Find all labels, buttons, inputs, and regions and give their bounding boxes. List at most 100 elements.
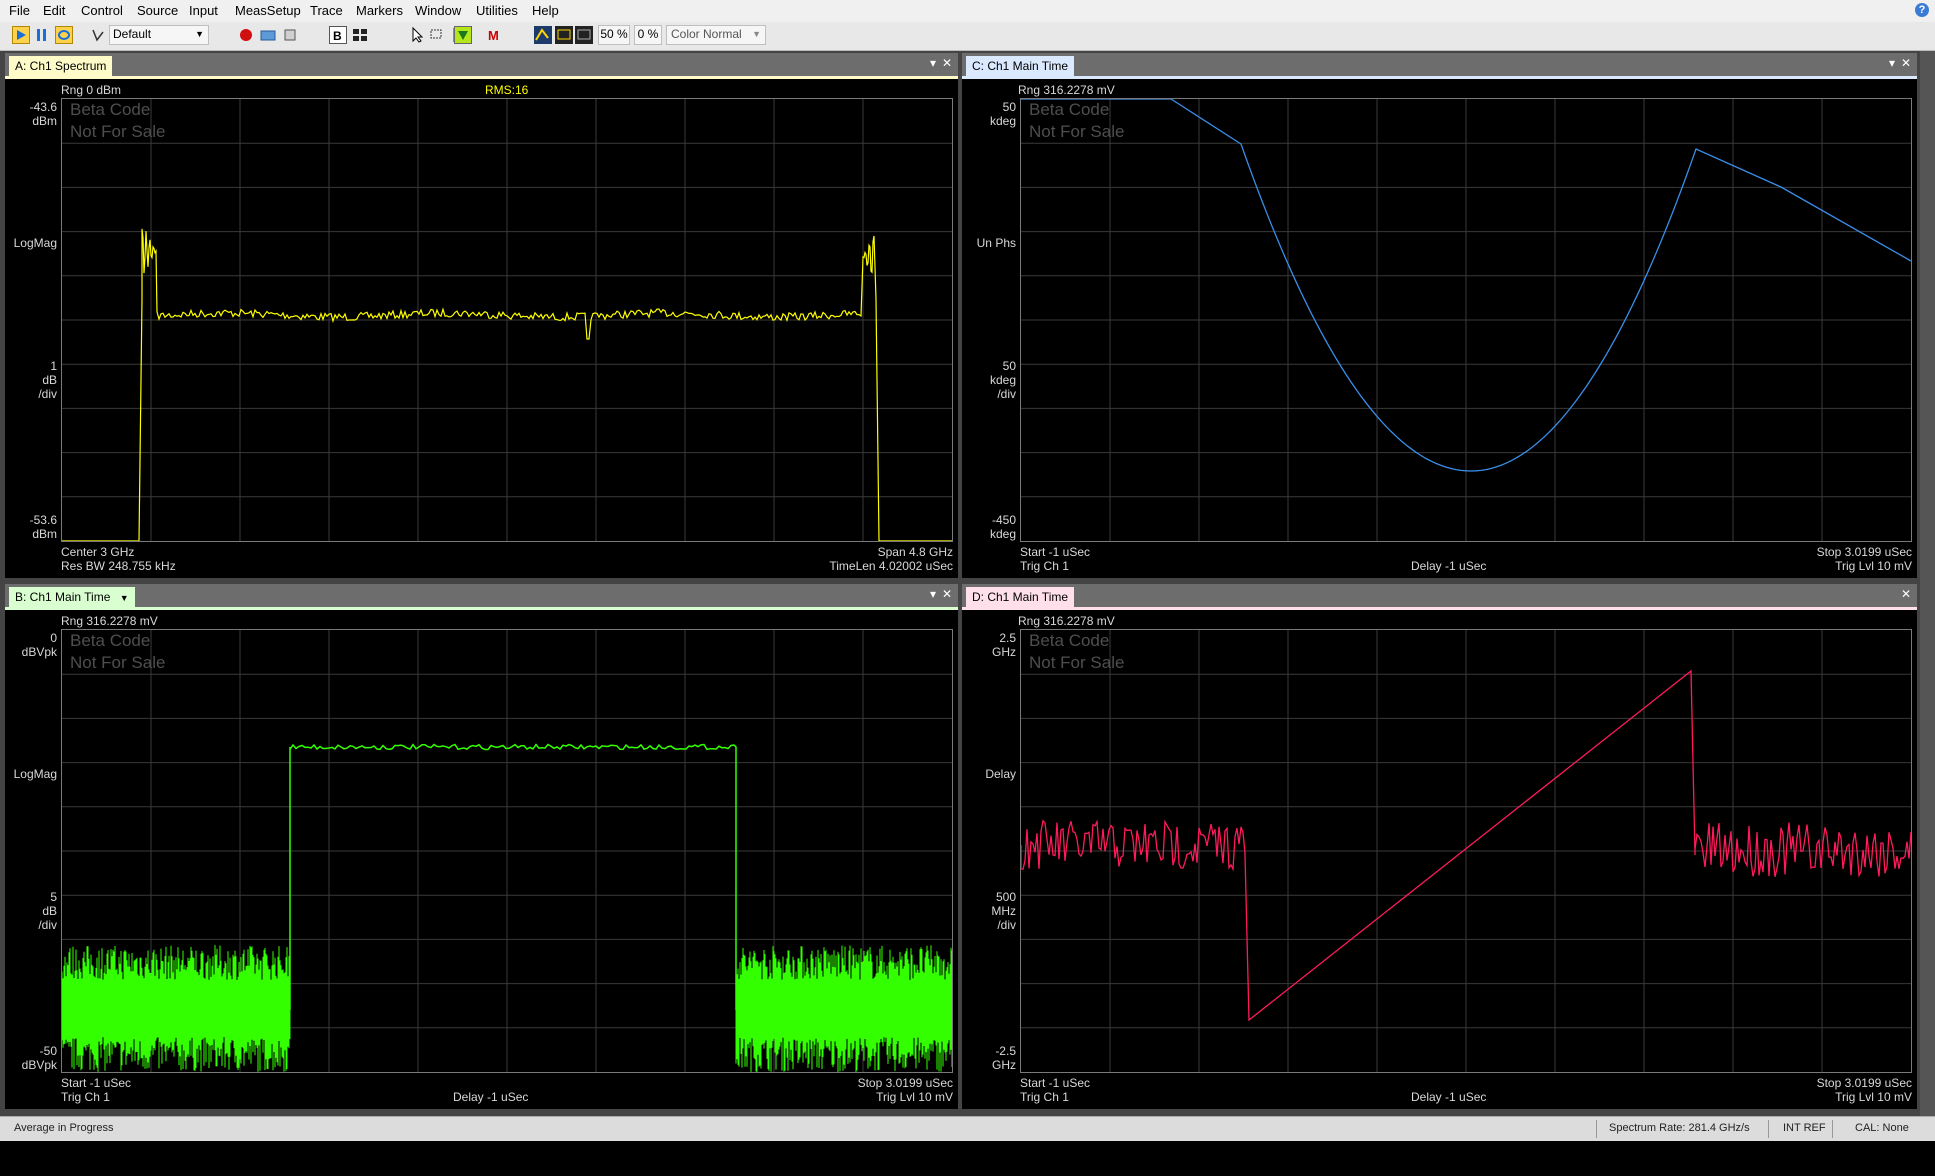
panel-b-range: Rng 316.2278 mV <box>61 614 158 628</box>
menu-utilities[interactable]: Utilities <box>476 3 518 18</box>
panel-d-trig: Trig Ch 1 <box>1020 1090 1069 1104</box>
menu-control[interactable]: Control <box>81 3 123 18</box>
panel-a-span: Span 4.8 GHz <box>877 545 953 559</box>
menu-file[interactable]: File <box>9 3 30 18</box>
menu-input[interactable]: Input <box>189 3 218 18</box>
panel-c-tab[interactable]: C: Ch1 Main Time <box>966 56 1075 76</box>
chevron-down-icon: ▼ <box>195 29 204 39</box>
ref-status: INT REF <box>1783 1122 1826 1134</box>
panel-c-format: Un Phs <box>976 236 1016 250</box>
panel-a-titlebar: A: Ch1 Spectrum ▾ ✕ <box>5 53 958 76</box>
pause-icon[interactable] <box>33 26 51 44</box>
menu-help[interactable]: Help <box>532 3 559 18</box>
panel-b-title: B: Ch1 Main Time <box>15 590 111 604</box>
panel-c-close-icon[interactable]: ✕ <box>1901 56 1911 70</box>
menu-trace[interactable]: Trace <box>310 3 343 18</box>
pointer-icon[interactable] <box>408 26 426 44</box>
menu-markers[interactable]: Markers <box>356 3 403 18</box>
panel-a-resbw: Res BW 248.755 kHz <box>61 559 176 573</box>
panel-b-titlebar: B: Ch1 Main Time ▼ ▾ ✕ <box>5 584 958 607</box>
panel-a-plot[interactable]: Beta Code Not For Sale <box>61 98 953 542</box>
screen-icon[interactable] <box>575 26 593 44</box>
zoom-select-icon[interactable] <box>428 26 446 44</box>
panel-a-close-icon[interactable]: ✕ <box>942 56 952 70</box>
panel-b-plot[interactable]: Beta Code Not For Sale <box>61 629 953 1073</box>
panel-d-ytop-unit: GHz <box>992 645 1016 659</box>
panel-b-minimize-icon[interactable]: ▾ <box>930 587 936 601</box>
panel-d-scale-value: 500 <box>995 890 1016 904</box>
continuous-icon[interactable] <box>55 26 73 44</box>
panel-a-range: Rng 0 dBm <box>61 83 122 97</box>
panel-a-accent <box>5 76 958 79</box>
panel-d-scale-div: /div <box>997 918 1016 932</box>
menu-source[interactable]: Source <box>137 3 178 18</box>
panel-b-stop: Stop 3.0199 uSec <box>857 1076 953 1090</box>
panel-d-tab[interactable]: D: Ch1 Main Time <box>966 587 1075 607</box>
menu-meassetup[interactable]: MeasSetup <box>235 3 301 18</box>
panel-c-minimize-icon[interactable]: ▾ <box>1889 56 1895 70</box>
panel-b-time[interactable]: B: Ch1 Main Time ▼ ▾ ✕ Rng 316.2278 mV 0… <box>5 584 958 1109</box>
panel-d-titlebar: D: Ch1 Main Time ✕ <box>962 584 1917 607</box>
bold-icon[interactable]: B <box>329 26 347 44</box>
panel-a-timelen: TimeLen 4.02002 uSec <box>829 559 953 573</box>
panel-c-ytop-value: 50 <box>1002 100 1016 114</box>
panel-c-triglvl: Trig Lvl 10 mV <box>1835 559 1912 573</box>
panel-c-phase[interactable]: C: Ch1 Main Time ▾ ✕ Rng 316.2278 mV 50 … <box>962 53 1917 578</box>
panel-a-scale-unit: dB <box>42 373 57 387</box>
panel-d-delay[interactable]: D: Ch1 Main Time ✕ Rng 316.2278 mV 2.5 G… <box>962 584 1917 1109</box>
panel-a-trace <box>62 99 952 541</box>
panel-c-ybot-unit: kdeg <box>989 527 1016 541</box>
run-icon[interactable] <box>12 26 30 44</box>
zoom-percent-2[interactable]: 0 % <box>634 25 662 45</box>
panel-c-scale-value: 50 <box>1002 359 1016 373</box>
panel-d-start: Start -1 uSec <box>1020 1076 1091 1090</box>
svg-text:B: B <box>333 29 342 43</box>
panel-a-ytop-value: -43.6 <box>29 100 57 114</box>
panel-d-plot[interactable]: Beta Code Not For Sale <box>1020 629 1912 1073</box>
panel-c-plot[interactable]: Beta Code Not For Sale <box>1020 98 1912 542</box>
panel-b-format: LogMag <box>13 767 57 781</box>
panel-b-triglvl: Trig Lvl 10 mV <box>876 1090 953 1104</box>
help-icon[interactable]: ? <box>1915 3 1929 17</box>
panel-b-tab[interactable]: B: Ch1 Main Time ▼ <box>9 587 135 607</box>
color-mode-value: Color Normal <box>671 27 742 41</box>
envelope-trace <box>289 743 737 1010</box>
watermark-line2: Not For Sale <box>1029 122 1125 141</box>
status-bar: Average in Progress Spectrum Rate: 281.4… <box>0 1116 1935 1141</box>
panel-d-accent <box>962 607 1917 610</box>
panel-a-scale-div: /div <box>38 387 57 401</box>
display-icon[interactable] <box>555 26 573 44</box>
panel-a-tab[interactable]: A: Ch1 Spectrum <box>9 56 113 76</box>
panel-a-minimize-icon[interactable]: ▾ <box>930 56 936 70</box>
panel-a-format: LogMag <box>13 236 57 250</box>
record-icon[interactable] <box>237 26 255 44</box>
panel-b-delay: Delay -1 uSec <box>453 1090 529 1104</box>
panel-c-ybot-value: -450 <box>991 513 1016 527</box>
watermark-line2: Not For Sale <box>70 122 166 141</box>
panel-a-spectrum[interactable]: A: Ch1 Spectrum ▾ ✕ Rng 0 dBm RMS:16 -43… <box>5 53 958 578</box>
layout-select-value: Default <box>113 27 152 41</box>
panel-b-start: Start -1 uSec <box>61 1076 132 1090</box>
marker-peak-icon[interactable] <box>454 26 472 44</box>
panel-b-ytop-unit: dBVpk <box>21 645 57 659</box>
menu-window[interactable]: Window <box>415 3 461 18</box>
panel-d-close-icon[interactable]: ✕ <box>1901 587 1911 601</box>
capture-icon[interactable] <box>259 26 277 44</box>
layout-select[interactable]: Default ▼ <box>109 25 209 45</box>
watermark-line1: Beta Code <box>70 631 151 650</box>
panel-c-trace <box>1021 99 1911 541</box>
layout-grid-icon[interactable] <box>351 26 369 44</box>
vertical-scrollbar[interactable] <box>1920 51 1935 1116</box>
recall-icon[interactable] <box>281 26 299 44</box>
marker-m-icon[interactable]: M <box>486 26 504 44</box>
restart-icon[interactable] <box>89 26 107 44</box>
color-trace-icon[interactable] <box>534 26 552 44</box>
panel-c-accent <box>962 76 1917 79</box>
panel-c-scale-unit: kdeg <box>989 373 1016 387</box>
panel-d-ybot-value: -2.5 <box>995 1044 1016 1058</box>
menu-edit[interactable]: Edit <box>43 3 65 18</box>
color-mode-select[interactable]: Color Normal ▼ <box>666 25 766 45</box>
panel-b-close-icon[interactable]: ✕ <box>942 587 952 601</box>
panel-b-ytop-value: 0 <box>50 631 57 645</box>
zoom-percent-1[interactable]: 50 % <box>598 25 630 45</box>
